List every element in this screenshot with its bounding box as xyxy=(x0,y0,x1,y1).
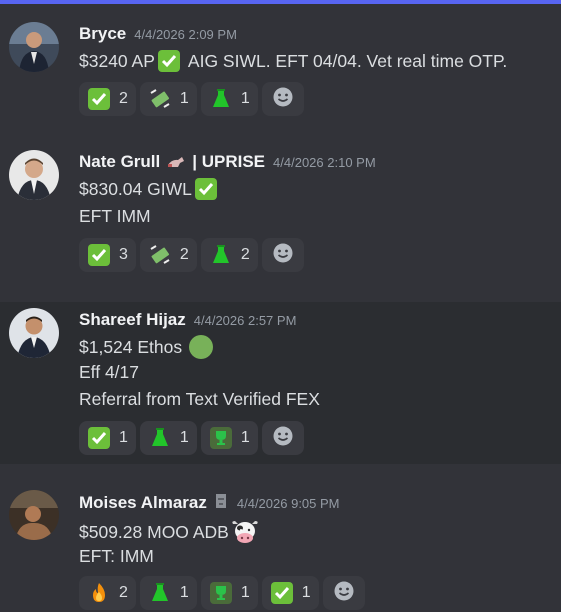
smiley-icon xyxy=(272,425,294,452)
reaction-count: 2 xyxy=(240,246,250,263)
message-text: $1,524 Ethos xyxy=(79,336,183,357)
reaction-count: 1 xyxy=(240,90,250,107)
reaction-flask[interactable]: 1 xyxy=(139,576,197,610)
top-accent-bar xyxy=(0,0,561,4)
author-label[interactable]: Nate Grull xyxy=(79,152,160,171)
moai-icon xyxy=(213,492,229,515)
avatar[interactable] xyxy=(9,150,59,200)
smiley-icon xyxy=(272,86,294,113)
message-moises: Moises Almaraz 4/4/2026 9:05 PM $509.28 M… xyxy=(0,478,561,612)
author-suffix: | UPRISE xyxy=(192,152,266,171)
message-bryce: Bryce 4/4/2026 2:09 PM $3240 AP AIG SIWL.… xyxy=(0,10,561,130)
reaction-flask[interactable]: 1 xyxy=(139,421,197,455)
reaction-fire[interactable]: 2 xyxy=(79,576,136,610)
message-line: $1,524 Ethos xyxy=(79,334,214,360)
add-reaction-button[interactable] xyxy=(322,576,365,610)
message-shareef: Shareef Hijaz 4/4/2026 2:57 PM $1,524 Eth… xyxy=(0,302,561,464)
author-name[interactable]: Shareef Hijaz 4/4/2026 2:57 PM xyxy=(79,310,296,330)
smiley-icon xyxy=(333,580,355,607)
reaction-count: 2 xyxy=(179,246,189,263)
timestamp: 4/4/2026 2:10 PM xyxy=(273,155,376,170)
author-label[interactable]: Bryce xyxy=(79,24,126,43)
reaction-check[interactable]: 2 xyxy=(79,82,136,116)
reaction-trophy[interactable]: 1 xyxy=(200,576,258,610)
reaction-count: 2 xyxy=(119,584,128,601)
reactions: 2 1 1 xyxy=(79,82,304,116)
add-reaction-button[interactable] xyxy=(261,238,304,272)
reaction-count: 1 xyxy=(179,429,189,446)
reaction-count: 1 xyxy=(119,429,128,446)
reaction-check[interactable]: 3 xyxy=(79,238,136,272)
check-icon xyxy=(194,178,217,200)
check-icon xyxy=(157,50,180,72)
reaction-flask[interactable]: 1 xyxy=(200,82,258,116)
reaction-count: 1 xyxy=(240,584,250,601)
fire-icon xyxy=(87,581,111,605)
check-icon xyxy=(270,581,294,605)
reaction-count: 1 xyxy=(301,584,311,601)
message-text: EFT: IMM xyxy=(79,546,154,566)
reaction-money[interactable]: 1 xyxy=(139,82,197,116)
message-line: Referral from Text Verified FEX xyxy=(79,389,320,410)
author-label[interactable]: Moises Almaraz xyxy=(79,493,207,512)
message-text: Eff 4/17 xyxy=(79,362,140,382)
trophy-icon xyxy=(209,581,233,605)
reaction-check[interactable]: 1 xyxy=(79,421,136,455)
timestamp: 4/4/2026 9:05 PM xyxy=(236,496,340,511)
check-icon xyxy=(87,87,111,111)
add-reaction-button[interactable] xyxy=(261,82,304,116)
avatar[interactable] xyxy=(9,490,59,540)
reaction-count: 1 xyxy=(179,584,189,601)
horse-icon xyxy=(166,154,186,174)
cow-icon xyxy=(230,518,260,546)
message-text: Referral from Text Verified FEX xyxy=(79,389,320,409)
reactions: 3 2 2 xyxy=(79,238,304,272)
message-line: $509.28 MOO ADB xyxy=(79,518,260,546)
reactions: 1 1 1 xyxy=(79,421,304,455)
reactions: 2 1 1 1 xyxy=(79,576,365,610)
message-line: $3240 AP AIG SIWL. EFT 04/04. Vet real t… xyxy=(79,50,507,72)
avatar[interactable] xyxy=(9,308,59,358)
smiley-icon xyxy=(272,242,294,269)
flask-icon xyxy=(148,581,172,605)
avatar[interactable] xyxy=(9,22,59,72)
money-fly-icon xyxy=(148,87,172,111)
message-text: $509.28 MOO ADB xyxy=(79,521,229,542)
flask-icon xyxy=(209,243,233,267)
reaction-check[interactable]: 1 xyxy=(261,576,319,610)
author-name[interactable]: Nate Grull | UPRISE 4/4/2026 2:10 PM xyxy=(79,152,376,174)
reaction-count: 3 xyxy=(119,246,128,263)
reaction-count: 1 xyxy=(240,429,250,446)
author-name[interactable]: Moises Almaraz 4/4/2026 9:05 PM xyxy=(79,492,340,515)
timestamp: 4/4/2026 2:09 PM xyxy=(134,27,237,42)
flask-icon xyxy=(209,87,233,111)
reaction-flask[interactable]: 2 xyxy=(200,238,258,272)
reaction-count: 2 xyxy=(119,90,128,107)
message-line: Eff 4/17 xyxy=(79,362,139,383)
message-text: AIG SIWL. EFT 04/04. Vet real time OTP. xyxy=(187,50,508,71)
message-line: EFT: IMM xyxy=(79,546,154,567)
check-icon xyxy=(87,243,111,267)
reaction-money[interactable]: 2 xyxy=(139,238,197,272)
green-circle-icon xyxy=(188,334,214,360)
message-text: $3240 AP xyxy=(79,50,155,71)
message-text: $830.04 GIWL xyxy=(79,178,192,199)
trophy-icon xyxy=(209,426,233,450)
money-fly-icon xyxy=(148,243,172,267)
reaction-trophy[interactable]: 1 xyxy=(200,421,258,455)
add-reaction-button[interactable] xyxy=(261,421,304,455)
timestamp: 4/4/2026 2:57 PM xyxy=(193,313,297,328)
author-name[interactable]: Bryce 4/4/2026 2:09 PM xyxy=(79,24,237,44)
reaction-count: 1 xyxy=(179,90,189,107)
author-label[interactable]: Shareef Hijaz xyxy=(79,310,186,329)
message-line: $830.04 GIWL xyxy=(79,178,217,200)
check-icon xyxy=(87,426,111,450)
message-nate: Nate Grull | UPRISE 4/4/2026 2:10 PM $830.… xyxy=(0,140,561,300)
message-line: EFT IMM xyxy=(79,206,151,227)
flask-icon xyxy=(148,426,172,450)
message-text: EFT IMM xyxy=(79,206,151,226)
